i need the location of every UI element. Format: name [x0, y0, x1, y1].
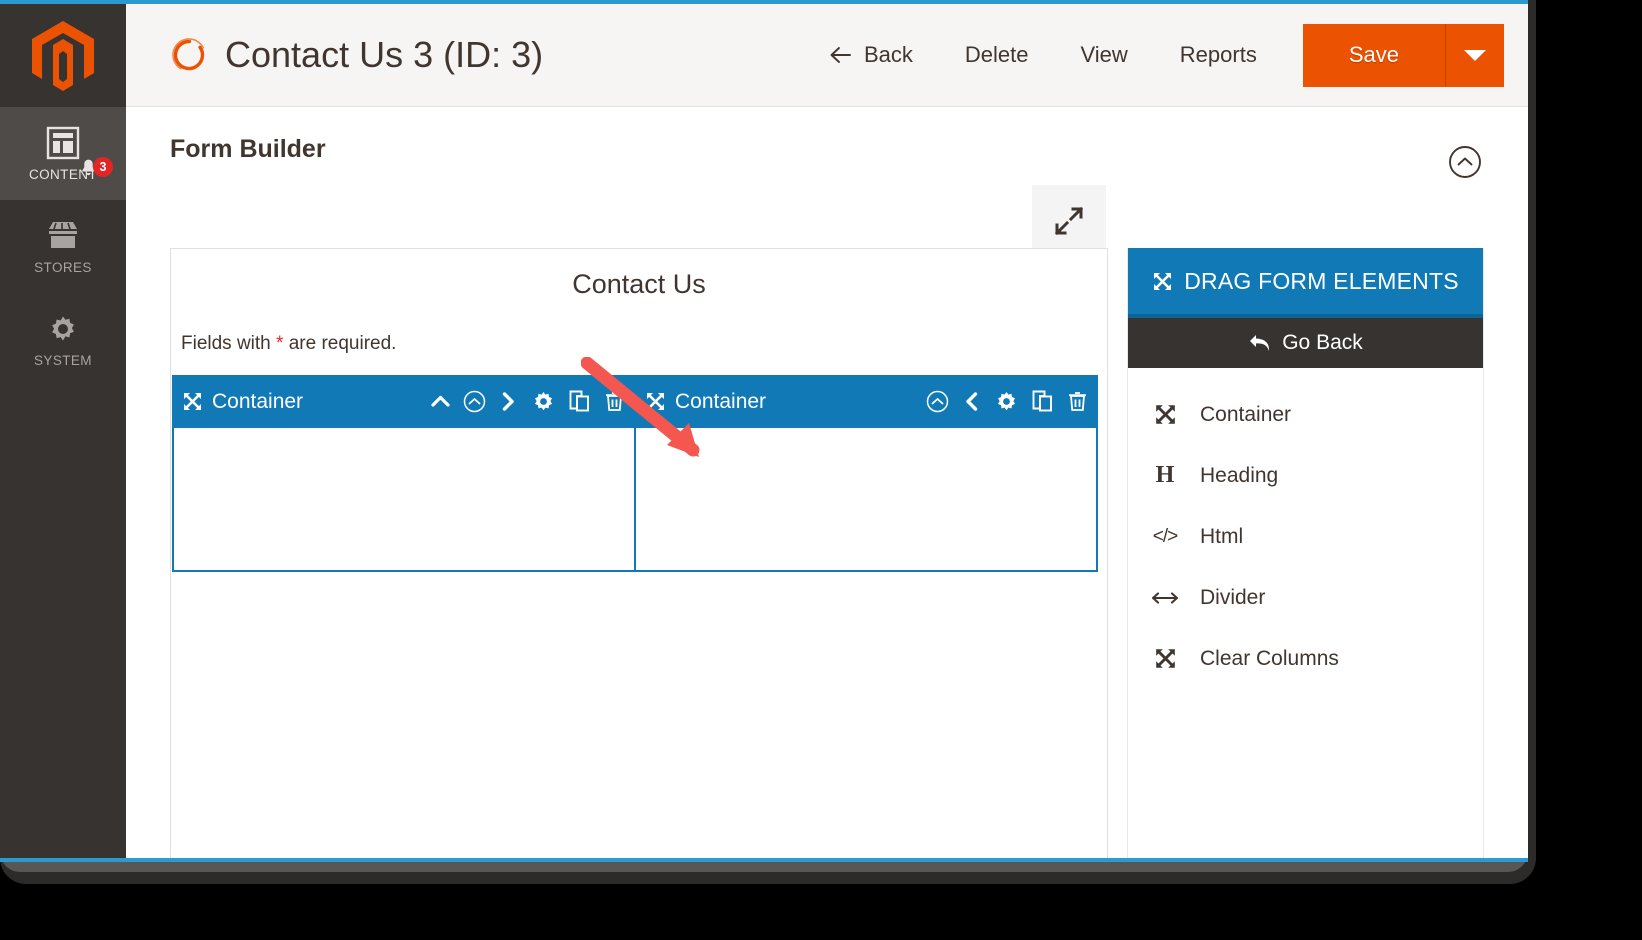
caret-down-icon [1464, 49, 1486, 61]
circle-chevron-up-icon[interactable] [1448, 145, 1482, 179]
save-split-button: Save [1302, 23, 1504, 87]
move-arrows-icon [1152, 402, 1178, 428]
sidebar-item-label: STORES [34, 259, 92, 275]
element-item-label: Divider [1200, 585, 1266, 609]
required-note-suffix: are required. [283, 333, 397, 354]
circle-chevron-up-icon[interactable] [926, 390, 949, 413]
container-tools [429, 389, 626, 414]
content-layout-icon [46, 126, 80, 159]
go-back-label: Go Back [1282, 331, 1363, 354]
code-tags-icon: </> [1152, 525, 1178, 547]
magento-logo-icon [32, 20, 94, 91]
go-back-button[interactable]: Go Back [1128, 318, 1483, 368]
trash-icon[interactable] [603, 390, 626, 413]
required-note-prefix: Fields with [181, 333, 277, 354]
page-title: Contact Us 3 (ID: 3) [225, 34, 544, 75]
copy-icon[interactable] [1030, 389, 1055, 414]
page-section-title: Form Builder [170, 134, 326, 163]
sidebar-item-stores[interactable]: STORES [0, 200, 126, 293]
main-content: Form Builder Contact Us Fields with * ar… [126, 107, 1528, 858]
element-item-divider[interactable]: Divider [1128, 567, 1483, 628]
move-arrows-icon [1154, 272, 1172, 290]
magento-logo[interactable] [0, 4, 126, 107]
container-label: Container [675, 389, 767, 413]
loading-spinner-icon [172, 38, 206, 72]
element-item-clear-columns[interactable]: Clear Columns [1128, 628, 1483, 689]
arrow-back-curved-icon [1250, 335, 1270, 351]
window-bezel-inner: 3 CONTENT STORES SYSTEM Contact Us 3 (ID… [0, 0, 1528, 872]
form-preview-heading: Contact Us [572, 269, 706, 299]
element-item-label: Heading [1200, 463, 1279, 487]
form-container-2: Container [635, 375, 1098, 572]
element-item-html[interactable]: </> Html [1128, 506, 1483, 567]
reports-button[interactable]: Reports [1154, 42, 1283, 68]
container-column-right[interactable] [635, 428, 1098, 572]
fullscreen-toggle-button[interactable] [1032, 185, 1106, 257]
save-button[interactable]: Save [1302, 23, 1445, 87]
viewport-bottom-accent [0, 858, 1528, 862]
section-header: Form Builder [126, 107, 1528, 191]
sidebar-item-content[interactable]: 3 CONTENT [0, 107, 126, 200]
circle-chevron-up-icon[interactable] [463, 390, 486, 413]
container-toolbar: Container [172, 375, 635, 428]
container-label: Container [212, 389, 304, 413]
browser-viewport: 3 CONTENT STORES SYSTEM Contact Us 3 (ID… [0, 0, 1528, 862]
form-elements-list: Container H Heading </> Html Divider Cle… [1128, 368, 1483, 689]
element-item-label: Clear Columns [1200, 646, 1339, 670]
store-icon [49, 221, 77, 248]
gear-icon[interactable] [531, 389, 556, 414]
screenshot-frame: 3 CONTENT STORES SYSTEM Contact Us 3 (ID… [0, 0, 1642, 940]
admin-sidebar: 3 CONTENT STORES SYSTEM [0, 4, 126, 858]
container-column-left[interactable] [172, 428, 635, 572]
move-arrows-icon[interactable] [645, 391, 666, 412]
sidebar-item-label: SYSTEM [34, 352, 92, 368]
heading-h-icon: H [1155, 462, 1175, 488]
container-toolbar: Container [635, 375, 1098, 428]
chevron-right-icon[interactable] [497, 390, 520, 413]
element-item-label: Container [1200, 402, 1292, 426]
back-button[interactable]: Back [802, 42, 939, 68]
container-tools [926, 389, 1089, 414]
chevron-left-icon[interactable] [960, 390, 983, 413]
back-button-label: Back [863, 42, 913, 67]
panel-header: DRAG FORM ELEMENTS [1128, 248, 1483, 318]
drag-form-elements-panel: DRAG FORM ELEMENTS Go Back Container H H… [1127, 248, 1484, 858]
sidebar-item-system[interactable]: SYSTEM [0, 293, 126, 386]
form-canvas: Contact Us Fields with * are required. C… [170, 248, 1108, 858]
copy-icon[interactable] [567, 389, 592, 414]
window-bezel: 3 CONTENT STORES SYSTEM Contact Us 3 (ID… [0, 0, 1536, 884]
move-arrows-icon [1152, 646, 1178, 672]
trash-icon[interactable] [1066, 390, 1089, 413]
delete-button[interactable]: Delete [939, 42, 1055, 68]
gear-icon[interactable] [994, 389, 1019, 414]
page-header: Contact Us 3 (ID: 3) Back Delete View Re… [126, 4, 1528, 107]
notification-badge[interactable]: 3 [93, 157, 113, 177]
element-item-container[interactable]: Container [1128, 384, 1483, 445]
header-actions: Back Delete View Reports Save [802, 4, 1528, 106]
chevron-up-icon[interactable] [429, 390, 452, 413]
expand-diagonal-icon [1054, 206, 1084, 236]
view-button[interactable]: View [1055, 42, 1154, 68]
container-row: Container Container [172, 375, 1106, 572]
element-item-label: Html [1200, 524, 1244, 548]
save-dropdown-button[interactable] [1446, 23, 1504, 87]
move-arrows-icon[interactable] [182, 391, 203, 412]
page-title-group: Contact Us 3 (ID: 3) [170, 34, 543, 76]
panel-header-label: DRAG FORM ELEMENTS [1184, 267, 1459, 294]
required-fields-note: Fields with * are required. [181, 333, 1107, 355]
gear-icon [52, 316, 74, 340]
arrows-horizontal-icon [1152, 585, 1178, 611]
arrow-left-icon [830, 47, 851, 63]
element-item-heading[interactable]: H Heading [1128, 445, 1483, 506]
form-container-1: Container [172, 375, 635, 572]
